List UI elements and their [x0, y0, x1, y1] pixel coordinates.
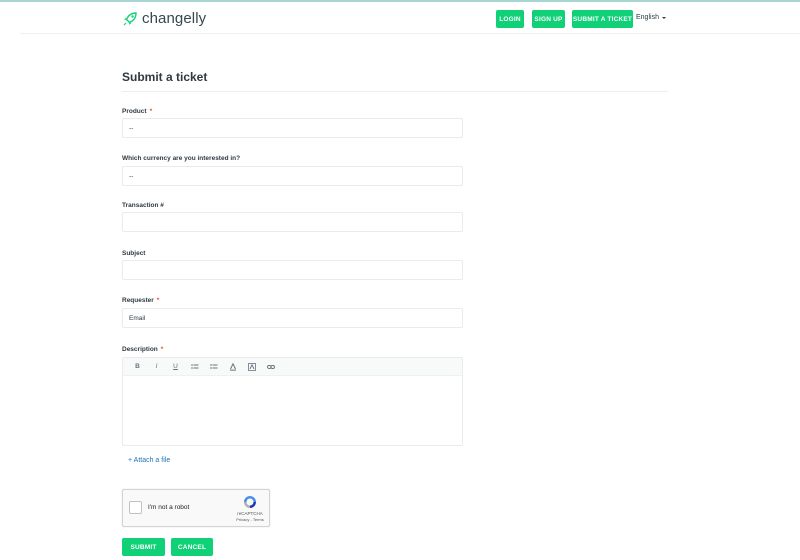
product-select[interactable]: --	[122, 118, 463, 138]
recaptcha-logo-icon	[244, 496, 256, 508]
font-color-glyph	[229, 362, 236, 371]
description-label-text: Description	[122, 346, 158, 353]
requester-placeholder: Email	[129, 314, 146, 322]
recaptcha-label: I'm not a robot	[148, 504, 190, 511]
italic-icon[interactable]: I	[147, 360, 166, 374]
recaptcha-brand: reCAPTCHA	[237, 511, 263, 516]
title-divider	[122, 91, 668, 92]
product-label: Product *	[122, 108, 152, 115]
requester-label: Requester *	[122, 297, 159, 304]
submit-button[interactable]: SUBMIT	[122, 538, 165, 556]
transaction-input[interactable]	[122, 212, 463, 232]
description-textarea[interactable]	[123, 376, 462, 446]
currency-label: Which currency are you interested in?	[122, 155, 241, 162]
rocket-icon	[123, 11, 137, 25]
required-mark: *	[149, 108, 153, 115]
highlight-icon[interactable]	[242, 360, 261, 374]
underline-glyph: U	[173, 363, 178, 370]
submit-ticket-nav-button[interactable]: SUBMIT A TICKET	[572, 10, 633, 28]
bold-icon[interactable]: B	[128, 360, 147, 374]
recaptcha-privacy-links[interactable]: Privacy - Terms	[233, 517, 267, 522]
required-mark: *	[160, 346, 164, 353]
attach-file-link[interactable]: + Attach a file	[128, 457, 170, 464]
bulleted-list-glyph	[190, 363, 198, 369]
login-button[interactable]: LOGIN	[496, 10, 524, 28]
numbered-list-icon[interactable]	[204, 360, 223, 374]
chevron-down-icon	[661, 16, 666, 19]
description-editor[interactable]: B I U	[122, 357, 463, 446]
currency-select[interactable]: --	[122, 166, 463, 186]
site-header: changelly LOGIN SIGN UP SUBMIT A TICKET …	[0, 2, 800, 34]
currency-select-value: --	[129, 172, 134, 180]
cancel-button[interactable]: CANCEL	[171, 538, 213, 556]
link-icon[interactable]	[261, 360, 280, 374]
signup-button[interactable]: SIGN UP	[532, 10, 565, 28]
product-label-text: Product	[122, 108, 147, 115]
brand-logo[interactable]: changelly	[122, 10, 206, 27]
underline-icon[interactable]: U	[166, 360, 185, 374]
transaction-label: Transaction #	[122, 202, 164, 209]
italic-glyph: I	[155, 363, 158, 370]
language-selector[interactable]: English	[636, 14, 666, 21]
subject-input[interactable]	[122, 260, 463, 280]
header-divider	[20, 33, 800, 34]
required-mark: *	[156, 297, 160, 304]
subject-label: Subject	[122, 250, 146, 257]
description-label: Description *	[122, 346, 163, 353]
bold-glyph: B	[135, 363, 140, 370]
requester-email-input[interactable]: Email	[122, 308, 463, 328]
language-label: English	[636, 14, 659, 21]
editor-toolbar: B I U	[123, 358, 462, 376]
bulleted-list-icon[interactable]	[185, 360, 204, 374]
link-glyph	[266, 364, 275, 369]
requester-label-text: Requester	[122, 297, 154, 304]
product-select-value: --	[129, 124, 134, 132]
font-color-icon[interactable]	[223, 360, 242, 374]
numbered-list-glyph	[209, 363, 217, 369]
recaptcha-widget: I'm not a robot reCAPTCHA Privacy - Term…	[122, 489, 270, 527]
brand-name: changelly	[142, 10, 207, 27]
highlight-glyph	[247, 362, 256, 371]
recaptcha-checkbox[interactable]	[129, 501, 142, 514]
page-title: Submit a ticket	[122, 70, 208, 84]
